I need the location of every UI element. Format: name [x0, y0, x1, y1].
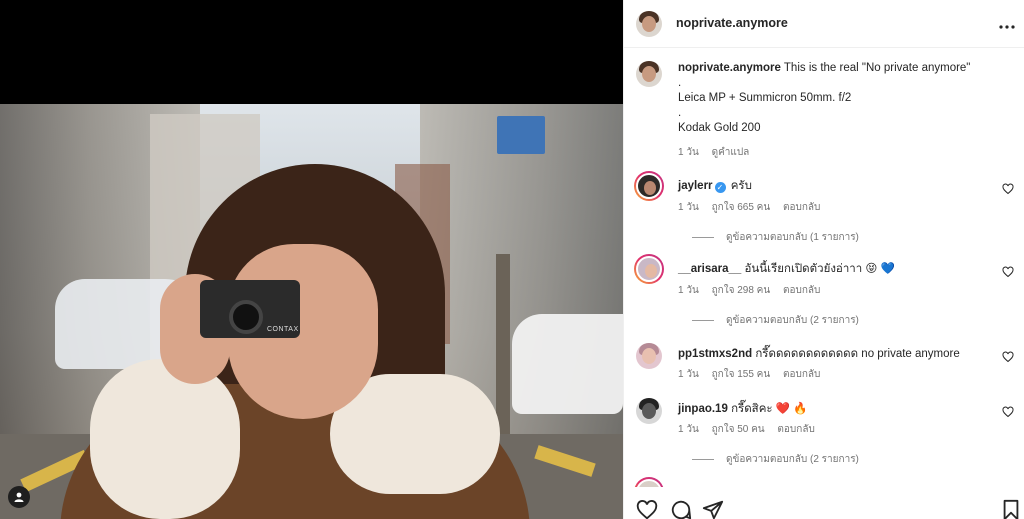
caption-line: Kodak Gold 200: [678, 122, 761, 134]
view-replies-button[interactable]: ดูข้อความตอบกลับ (1 รายการ): [692, 230, 859, 245]
verified-badge-icon: ✓: [714, 182, 726, 193]
view-replies-button[interactable]: ดูข้อความตอบกลับ (2 รายการ): [692, 313, 859, 328]
post-header: noprivate.anymore: [624, 0, 1024, 48]
comment-meta: 1 วัน ถูกใจ 665 คน ตอบกลับ: [678, 200, 830, 215]
timestamp[interactable]: 1 วัน: [678, 147, 699, 158]
comment: jaylerr ✓ ครับ 1 วัน ถูกใจ 665 คน ตอบกลับ…: [634, 171, 1016, 245]
caption-line: .: [678, 77, 682, 89]
avatar[interactable]: [636, 398, 662, 424]
caption-line: Leica MP + Summicron 50mm. f/2: [678, 92, 852, 104]
caption-username[interactable]: noprivate.anymore: [678, 62, 781, 74]
timestamp[interactable]: 1 วัน: [678, 369, 699, 380]
timestamp[interactable]: 1 วัน: [678, 424, 699, 435]
share-icon[interactable]: [702, 499, 724, 519]
story-ring[interactable]: [634, 477, 664, 487]
like-count[interactable]: ถูกใจ 298 คน: [712, 285, 771, 296]
view-replies-label: ดูข้อความตอบกลับ (2 รายการ): [726, 315, 859, 326]
view-replies-button[interactable]: ดูข้อความตอบกลับ (2 รายการ): [692, 452, 859, 467]
comment-meta: 1 วัน ถูกใจ 298 คน ตอบกลับ: [678, 283, 830, 298]
photo-camera-brand: CONTAX: [267, 326, 299, 333]
timestamp[interactable]: 1 วัน: [678, 285, 699, 296]
more-icon: [999, 25, 1015, 29]
reply-button[interactable]: ตอบกลับ: [783, 285, 820, 296]
story-ring[interactable]: [634, 254, 664, 284]
comment-username[interactable]: jaylerr: [678, 180, 713, 192]
action-bar: [624, 495, 1024, 519]
heart-icon[interactable]: [1002, 183, 1014, 195]
like-count[interactable]: ถูกใจ 50 คน: [712, 424, 765, 435]
heart-icon[interactable]: [1002, 266, 1014, 278]
photo-car-right: [512, 314, 623, 414]
reply-button[interactable]: ตอบกลับ: [777, 424, 814, 435]
comment: pp1stmxs2nd กรี๊ดดดดดดดดดดดด no private …: [636, 343, 1016, 383]
comment-meta: 1 วัน ถูกใจ 50 คน ตอบกลับ: [678, 422, 825, 437]
post-author-username[interactable]: noprivate.anymore: [676, 16, 788, 30]
reply-button[interactable]: ตอบกลับ: [783, 369, 820, 380]
avatar[interactable]: [636, 11, 662, 37]
divider: [692, 237, 714, 238]
heart-icon[interactable]: [636, 499, 658, 519]
comment-text: อันนี้เรียกเปิดตัวยังอ่าาา 😝 💙: [744, 263, 895, 275]
comment-meta: 1 วัน ถูกใจ 155 คน ตอบกลับ: [678, 367, 830, 382]
like-count[interactable]: ถูกใจ 155 คน: [712, 369, 771, 380]
user-icon: [14, 492, 24, 502]
caption-line: This is the real "No private anymore": [783, 62, 971, 74]
heart-icon[interactable]: [1002, 351, 1014, 363]
more-options-button[interactable]: [999, 13, 1015, 34]
post-photo[interactable]: CONTAX: [0, 104, 623, 519]
photo-camera-lens: [229, 300, 263, 334]
post-details-panel: noprivate.anymore noprivate.anymore This…: [623, 0, 1024, 519]
comment-text: กรี๊ดสิคะ ❤️ 🔥: [731, 403, 808, 415]
comment: jinpao.19 กรี๊ดสิคะ ❤️ 🔥 1 วัน ถูกใจ 50 …: [636, 398, 1016, 470]
caption-line: .: [678, 107, 682, 119]
comment-icon[interactable]: [670, 499, 692, 519]
bookmark-icon[interactable]: [1000, 499, 1022, 519]
comment-username[interactable]: __arisara__: [678, 263, 741, 275]
comments-list[interactable]: noprivate.anymore This is the real "No p…: [624, 49, 1024, 487]
avatar[interactable]: [636, 343, 662, 369]
caption: noprivate.anymore This is the real "No p…: [636, 61, 1016, 161]
comment-text: ครับ: [730, 180, 752, 192]
post-media[interactable]: CONTAX: [0, 0, 623, 519]
avatar[interactable]: [636, 61, 662, 87]
comment: __arisara__ อันนี้เรียกเปิดตัวยังอ่าาา 😝…: [634, 254, 1016, 328]
view-replies-label: ดูข้อความตอบกลับ (2 รายการ): [726, 454, 859, 465]
photo-street-sign: [497, 116, 545, 154]
view-replies-label: ดูข้อความตอบกลับ (1 รายการ): [726, 232, 859, 243]
divider: [692, 320, 714, 321]
tagged-users-button[interactable]: [8, 486, 30, 508]
timestamp[interactable]: 1 วัน: [678, 202, 699, 213]
heart-icon[interactable]: [1002, 406, 1014, 418]
comment-username[interactable]: jinpao.19: [678, 403, 728, 415]
reply-button[interactable]: ตอบกลับ: [783, 202, 820, 213]
like-count[interactable]: ถูกใจ 665 คน: [712, 202, 771, 213]
see-translation-link[interactable]: ดูคำแปล: [712, 147, 750, 158]
caption-meta: 1 วัน ดูคำแปล: [678, 145, 759, 160]
divider: [692, 459, 714, 460]
story-ring[interactable]: [634, 171, 664, 201]
photo-coat-collar-left: [90, 359, 240, 519]
comment-username[interactable]: pp1stmxs2nd: [678, 348, 752, 360]
comment-text: กรี๊ดดดดดดดดดดดด no private anymore: [755, 348, 960, 360]
